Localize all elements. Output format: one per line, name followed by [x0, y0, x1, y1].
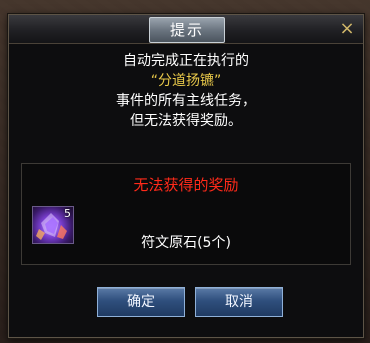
reward-title: 无法获得的奖励 [133, 176, 239, 194]
confirm-button[interactable]: 确定 [97, 287, 185, 317]
item-count: 5 [64, 207, 71, 220]
message-line-1: 自动完成正在执行的 [123, 53, 249, 69]
message-line-3: 事件的所有主线任务， [116, 93, 256, 109]
message-line-4: 但无法获得奖励。 [130, 113, 242, 129]
cancel-button[interactable]: 取消 [195, 287, 283, 317]
dialog-title: 提示 [149, 17, 225, 43]
item-name: 符文原石(5个) [141, 235, 231, 251]
reward-panel: 无法获得的奖励 5 符文原石(5个) [21, 163, 351, 265]
close-icon[interactable]: × [337, 19, 357, 39]
event-name: “分道扬镳” [150, 73, 222, 89]
dialog-titlebar: 提示 × [9, 15, 363, 44]
prompt-dialog: 提示 × 自动完成正在执行的 “分道扬镳” 事件的所有主线任务， 但无法获得奖励… [8, 14, 364, 338]
dialog-message: 自动完成正在执行的 “分道扬镳” 事件的所有主线任务， 但无法获得奖励。 [9, 51, 363, 131]
